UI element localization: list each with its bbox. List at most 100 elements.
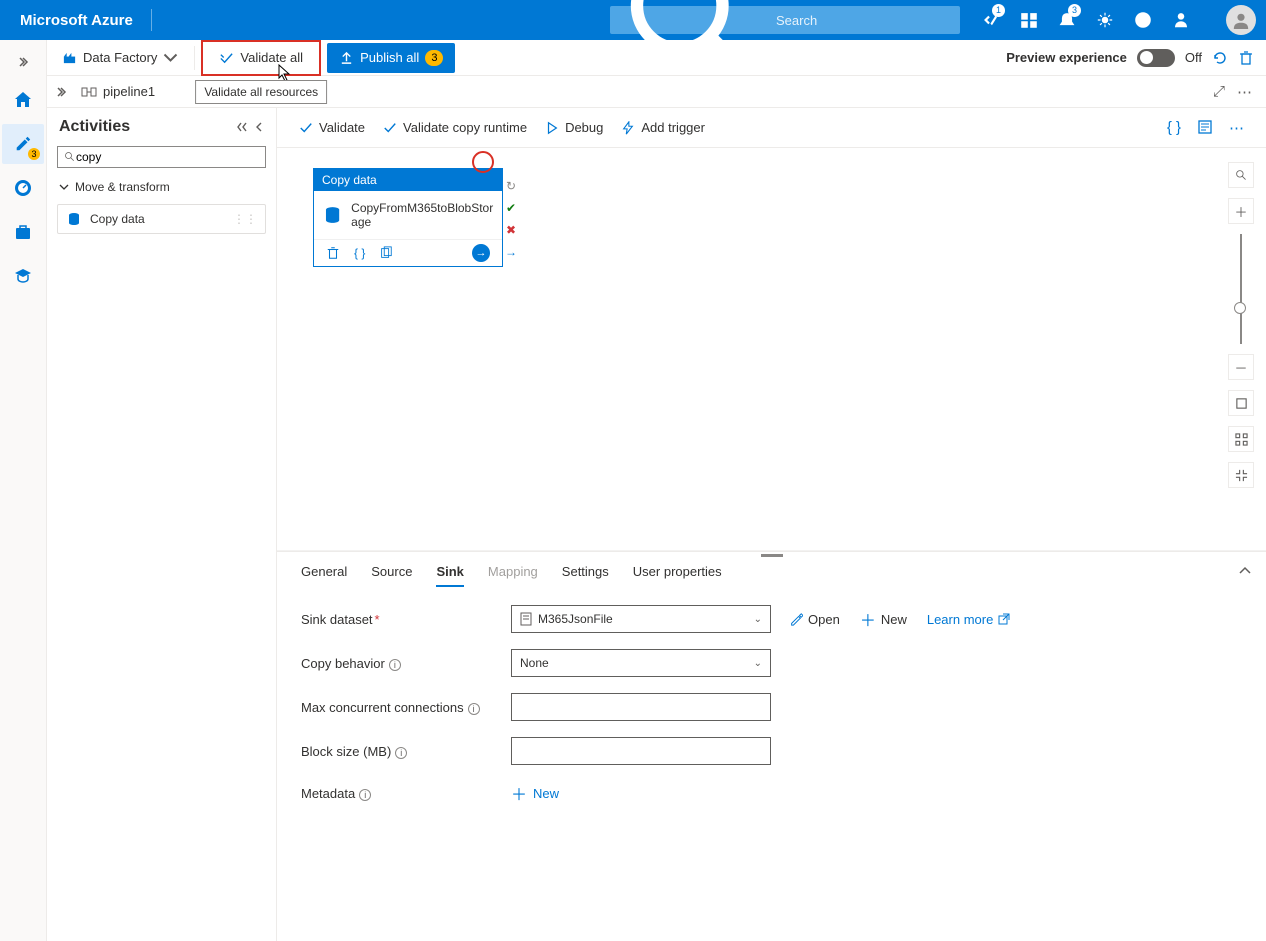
activity-group-move-transform[interactable]: Move & transform bbox=[47, 174, 276, 200]
node-actions: { } → bbox=[314, 239, 502, 266]
check-icon bbox=[299, 121, 313, 135]
global-search[interactable] bbox=[610, 6, 960, 34]
validate-button[interactable]: Validate bbox=[299, 120, 365, 135]
plus-icon: ＋ bbox=[860, 607, 876, 631]
node-retry-icon[interactable]: ↻ bbox=[503, 178, 519, 194]
publish-all-button[interactable]: Publish all 3 bbox=[327, 43, 455, 73]
rail-learn[interactable] bbox=[2, 256, 44, 296]
activities-title: Activities bbox=[59, 118, 130, 136]
zoom-out-button[interactable]: － bbox=[1228, 354, 1254, 380]
pipeline-canvas[interactable]: Copy data CopyFromM365toBlobStorage { } … bbox=[277, 148, 1266, 551]
node-side-icons: ↻ ✔ ✖ → bbox=[503, 178, 519, 260]
block-size-label: Block size (MB)i bbox=[301, 744, 511, 759]
validate-all-label: Validate all bbox=[240, 50, 303, 65]
activity-copy-data[interactable]: Copy data ⋮⋮ bbox=[57, 204, 266, 234]
properties-tabs: General Source Sink Mapping Settings Use… bbox=[277, 558, 1266, 595]
cloud-shell-icon[interactable]: 1 bbox=[974, 0, 1008, 40]
debug-button[interactable]: Debug bbox=[545, 120, 603, 135]
collapse-canvas-icon[interactable] bbox=[1228, 462, 1254, 488]
topbar-actions: 1 3 bbox=[974, 0, 1256, 40]
metadata-new-button[interactable]: ＋ New bbox=[511, 781, 559, 805]
tab-settings[interactable]: Settings bbox=[562, 564, 609, 587]
refresh-icon[interactable] bbox=[1212, 50, 1228, 66]
canvas-more-icon[interactable]: ⋯ bbox=[1229, 119, 1244, 137]
validate-all-icon bbox=[219, 50, 234, 65]
brand-label: Microsoft Azure bbox=[10, 12, 143, 29]
feedback-icon[interactable] bbox=[1164, 0, 1198, 40]
sink-dataset-label: Sink dataset* bbox=[301, 612, 511, 627]
properties-icon[interactable] bbox=[1197, 119, 1213, 135]
directories-icon[interactable] bbox=[1012, 0, 1046, 40]
zoom-controls: ＋ － bbox=[1226, 162, 1256, 488]
preview-toggle[interactable] bbox=[1137, 49, 1175, 67]
help-icon[interactable] bbox=[1126, 0, 1160, 40]
rail-author[interactable]: 3 bbox=[2, 124, 44, 164]
collapse-chevrons-icon[interactable] bbox=[236, 121, 248, 133]
zoom-search-icon[interactable] bbox=[1228, 162, 1254, 188]
bolt-icon bbox=[621, 121, 635, 135]
sink-form: Sink dataset* M365JsonFile ⌄ Open bbox=[277, 595, 1266, 831]
node-next-icon[interactable]: → bbox=[472, 244, 490, 262]
more-icon[interactable]: ⋯ bbox=[1237, 83, 1252, 101]
validate-all-button[interactable]: Validate all bbox=[201, 40, 321, 76]
rail-expand-button[interactable] bbox=[2, 48, 44, 76]
plus-icon: ＋ bbox=[511, 781, 527, 805]
publish-all-label: Publish all bbox=[360, 50, 419, 65]
user-avatar[interactable] bbox=[1226, 5, 1256, 35]
preview-experience-label: Preview experience bbox=[1006, 50, 1127, 65]
brand-divider bbox=[151, 9, 152, 31]
activities-panel: Activities Move & transform Copy data ⋮⋮ bbox=[47, 108, 277, 941]
node-code-icon[interactable]: { } bbox=[354, 246, 365, 260]
open-dataset-button[interactable]: Open bbox=[789, 612, 840, 627]
clone-icon[interactable] bbox=[379, 246, 393, 260]
tab-user-properties[interactable]: User properties bbox=[633, 564, 722, 587]
settings-icon[interactable] bbox=[1088, 0, 1122, 40]
rail-home[interactable] bbox=[2, 80, 44, 120]
sink-dataset-select[interactable]: M365JsonFile ⌄ bbox=[511, 605, 771, 633]
data-factory-label: Data Factory bbox=[83, 50, 157, 65]
learn-more-link[interactable]: Learn more bbox=[927, 612, 1010, 627]
main-toolbar: Data Factory Validate all Validate all r… bbox=[0, 40, 1266, 76]
expand-editor-icon[interactable]: ⤢ bbox=[1213, 83, 1225, 101]
node-fail-icon[interactable]: ✖ bbox=[503, 222, 519, 238]
canvas-toolbar: Validate Validate copy runtime Debug Add… bbox=[277, 108, 1266, 148]
activities-search-input[interactable] bbox=[76, 150, 259, 164]
validate-runtime-button[interactable]: Validate copy runtime bbox=[383, 120, 527, 135]
left-nav-rail: 3 bbox=[0, 40, 47, 941]
copy-behavior-select[interactable]: None ⌄ bbox=[511, 649, 771, 677]
delete-icon[interactable] bbox=[326, 246, 340, 260]
add-trigger-button[interactable]: Add trigger bbox=[621, 120, 705, 135]
data-factory-dropdown[interactable]: Data Factory bbox=[52, 40, 188, 76]
tab-mapping[interactable]: Mapping bbox=[488, 564, 538, 587]
tab-sink[interactable]: Sink bbox=[436, 564, 463, 587]
copy-data-node[interactable]: Copy data CopyFromM365toBlobStorage { } … bbox=[313, 168, 503, 267]
global-search-input[interactable] bbox=[776, 13, 952, 28]
tab-general[interactable]: General bbox=[301, 564, 347, 587]
node-name: CopyFromM365toBlobStorage bbox=[351, 201, 494, 229]
rail-monitor[interactable] bbox=[2, 168, 44, 208]
main-area: pipeline1 ⤢ ⋯ Activities Move & transf bbox=[47, 76, 1266, 941]
tab-source[interactable]: Source bbox=[371, 564, 412, 587]
activities-search[interactable] bbox=[57, 146, 266, 168]
activity-group-label: Move & transform bbox=[75, 180, 170, 194]
preview-toggle-state: Off bbox=[1185, 50, 1202, 65]
layout-icon[interactable] bbox=[1228, 426, 1254, 452]
expand-left-icon[interactable] bbox=[55, 86, 67, 98]
discard-icon[interactable] bbox=[1238, 50, 1254, 66]
code-view-icon[interactable]: { } bbox=[1167, 119, 1181, 137]
panel-collapse-icon[interactable] bbox=[1238, 564, 1252, 581]
rail-manage[interactable] bbox=[2, 212, 44, 252]
fit-screen-icon[interactable] bbox=[1228, 390, 1254, 416]
zoom-in-button[interactable]: ＋ bbox=[1228, 198, 1254, 224]
pipeline-tab[interactable]: pipeline1 bbox=[75, 84, 161, 99]
notifications-icon[interactable]: 3 bbox=[1050, 0, 1084, 40]
chevron-down-icon bbox=[59, 182, 69, 192]
pencil-icon bbox=[789, 612, 803, 626]
new-dataset-button[interactable]: ＋ New bbox=[860, 607, 907, 631]
max-connections-input[interactable] bbox=[511, 693, 771, 721]
collapse-panel-icon[interactable] bbox=[252, 121, 264, 133]
node-completion-icon[interactable]: → bbox=[503, 244, 519, 260]
block-size-input[interactable] bbox=[511, 737, 771, 765]
zoom-slider[interactable] bbox=[1240, 234, 1242, 344]
node-success-icon[interactable]: ✔ bbox=[503, 200, 519, 216]
